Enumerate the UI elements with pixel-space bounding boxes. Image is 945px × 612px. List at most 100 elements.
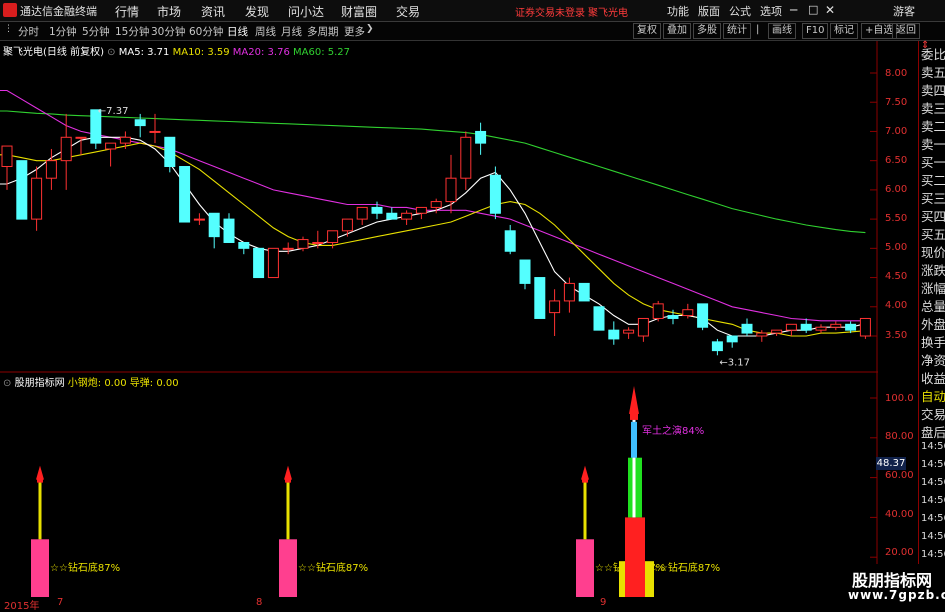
candle-up bbox=[637, 317, 649, 337]
quote-label: 买二 bbox=[921, 173, 945, 188]
ma60-label: MA60: 5.27 bbox=[293, 47, 351, 58]
candle-down bbox=[845, 323, 857, 331]
candle-down bbox=[608, 329, 620, 340]
candle-down bbox=[741, 323, 753, 334]
ma5-line bbox=[0, 136, 866, 337]
candle-up bbox=[282, 247, 294, 250]
menu-zixun[interactable]: 资讯 bbox=[201, 3, 225, 20]
menu-gongneng[interactable]: 功能 bbox=[667, 3, 689, 19]
back-button[interactable]: 返回 bbox=[892, 23, 920, 39]
quote-label: 买三 bbox=[921, 191, 945, 206]
guest-button[interactable]: 游客 bbox=[893, 3, 915, 19]
tab-fenshi[interactable]: 分时 bbox=[18, 24, 39, 39]
tab-yuexian[interactable]: 月线 bbox=[281, 24, 302, 39]
menu-jiaoyi[interactable]: 交易 bbox=[396, 3, 420, 20]
close-icon[interactable]: ✕ bbox=[825, 3, 835, 17]
fuquan-button[interactable]: 复权 bbox=[633, 23, 661, 39]
signal-3-arrow-base bbox=[582, 477, 588, 483]
candle-up bbox=[652, 303, 664, 319]
candle-down bbox=[223, 218, 235, 243]
minimize-icon[interactable]: ─ bbox=[790, 3, 797, 17]
candle-down bbox=[371, 206, 383, 214]
candle-up bbox=[771, 329, 783, 334]
candle-down bbox=[711, 341, 723, 352]
quote-label: 卖四 bbox=[921, 83, 945, 98]
tab-duozhouqi[interactable]: 多周期 bbox=[307, 24, 339, 39]
menu-shichang[interactable]: 市场 bbox=[157, 3, 181, 20]
candle-down bbox=[800, 323, 812, 331]
biaoji-button[interactable]: 标记 bbox=[830, 23, 858, 39]
tab-gengduo[interactable]: 更多 bbox=[344, 24, 365, 39]
tab-rixian[interactable]: 日线 bbox=[227, 24, 248, 39]
legend-circle-icon[interactable]: ⊙ bbox=[107, 47, 115, 58]
candle-up bbox=[60, 136, 72, 162]
tab-30min[interactable]: 30分钟 bbox=[151, 24, 185, 39]
candle-down bbox=[534, 277, 546, 319]
candle-up bbox=[415, 206, 427, 214]
candle-down bbox=[164, 136, 176, 168]
price-tick: 7.00 bbox=[885, 126, 908, 137]
candle-down bbox=[593, 306, 605, 331]
candle-up bbox=[31, 177, 43, 220]
menu-wenxiaoda[interactable]: 问小达 bbox=[288, 3, 324, 20]
menu-faxian[interactable]: 发现 bbox=[245, 3, 269, 20]
candle-up bbox=[341, 218, 353, 232]
menu-xuanxiang[interactable]: 选项 bbox=[760, 3, 782, 19]
signal-3-stick bbox=[583, 477, 587, 540]
tab-zhouxian[interactable]: 周线 bbox=[255, 24, 276, 39]
low-price-label: ←3.17 bbox=[719, 357, 750, 368]
candle-down bbox=[475, 130, 487, 144]
stock-period-label: 聚飞光电(日线 前复权) bbox=[3, 47, 104, 58]
menu-gongshi[interactable]: 公式 bbox=[729, 3, 751, 19]
legend2-circle-icon[interactable]: ⊙ bbox=[3, 378, 11, 389]
quote-label: 买一 bbox=[921, 155, 945, 170]
candle-up bbox=[460, 136, 472, 179]
tab-5min[interactable]: 5分钟 bbox=[82, 24, 110, 39]
quote-label: 换手 bbox=[921, 335, 945, 350]
tongji-button[interactable]: 统计 bbox=[723, 23, 751, 39]
quote-label: 卖五 bbox=[921, 65, 945, 80]
ind-tick: 60.00 bbox=[885, 470, 914, 481]
menu-hangqing[interactable]: 行情 bbox=[115, 3, 139, 20]
tab-60min[interactable]: 60分钟 bbox=[189, 24, 223, 39]
toolbar-handle-icon: ⋮ bbox=[4, 24, 13, 34]
quote-label: 收益 bbox=[921, 371, 945, 386]
candle-down bbox=[504, 230, 516, 252]
price-tick: 4.50 bbox=[885, 271, 908, 282]
candle-up bbox=[297, 239, 309, 249]
candle-up bbox=[105, 142, 117, 150]
price-tick: 8.00 bbox=[885, 68, 908, 79]
ma10-label: MA10: 3.59 bbox=[172, 47, 230, 58]
tab-1min[interactable]: 1分钟 bbox=[49, 24, 77, 39]
quote-label: 买五 bbox=[921, 227, 945, 242]
price-tick: 3.50 bbox=[885, 330, 908, 341]
indicator-item1: 小钢炮: 0.00 bbox=[67, 378, 127, 389]
quote-label: 涨跌 bbox=[921, 263, 945, 278]
signal-2-arrow-base bbox=[285, 477, 291, 483]
candle-down bbox=[179, 166, 191, 223]
indicator-legend: ⊙ 股朋指标网 小钢炮: 0.00 导弹: 0.00 bbox=[3, 374, 179, 389]
menu-banmian[interactable]: 版面 bbox=[698, 3, 720, 19]
quote-label: 总量 bbox=[921, 299, 945, 314]
menu-caifuquan[interactable]: 财富圈 bbox=[341, 3, 377, 20]
f10-button[interactable]: F10 bbox=[802, 23, 829, 39]
restore-icon[interactable]: □ bbox=[808, 3, 818, 16]
tab-15min[interactable]: 15分钟 bbox=[115, 24, 149, 39]
candle-up bbox=[830, 323, 842, 328]
huaxian-button[interactable]: 画线 bbox=[768, 23, 796, 39]
current-value-badge: 48.37 bbox=[876, 457, 906, 470]
candle-up bbox=[859, 317, 871, 337]
period-toolbar: ⋮ 分时 1分钟 5分钟 15分钟 30分钟 60分钟 日线 周线 月线 多周期… bbox=[0, 22, 945, 41]
stock-name: 聚飞光电 bbox=[588, 8, 628, 19]
duogu-button[interactable]: 多股 bbox=[693, 23, 721, 39]
diejia-button[interactable]: 叠加 bbox=[663, 23, 691, 39]
signal-2-bar bbox=[279, 539, 297, 597]
auto-trade-label[interactable]: 自动 bbox=[921, 386, 945, 405]
candle-up bbox=[119, 136, 131, 144]
time-entry: 14:56 bbox=[921, 459, 945, 470]
quote-label: 净资 bbox=[921, 353, 945, 368]
signal-2-label: ☆☆钻石底87% bbox=[298, 561, 368, 574]
quote-label: 买四 bbox=[921, 209, 945, 224]
kline-chart[interactable]: ←7.37 ←3.17 ☆☆钻石底87% ☆☆钻石底87% ☆☆钻石底87% 军土之演8… bbox=[0, 41, 878, 597]
quote-label: 现价 bbox=[921, 245, 945, 260]
